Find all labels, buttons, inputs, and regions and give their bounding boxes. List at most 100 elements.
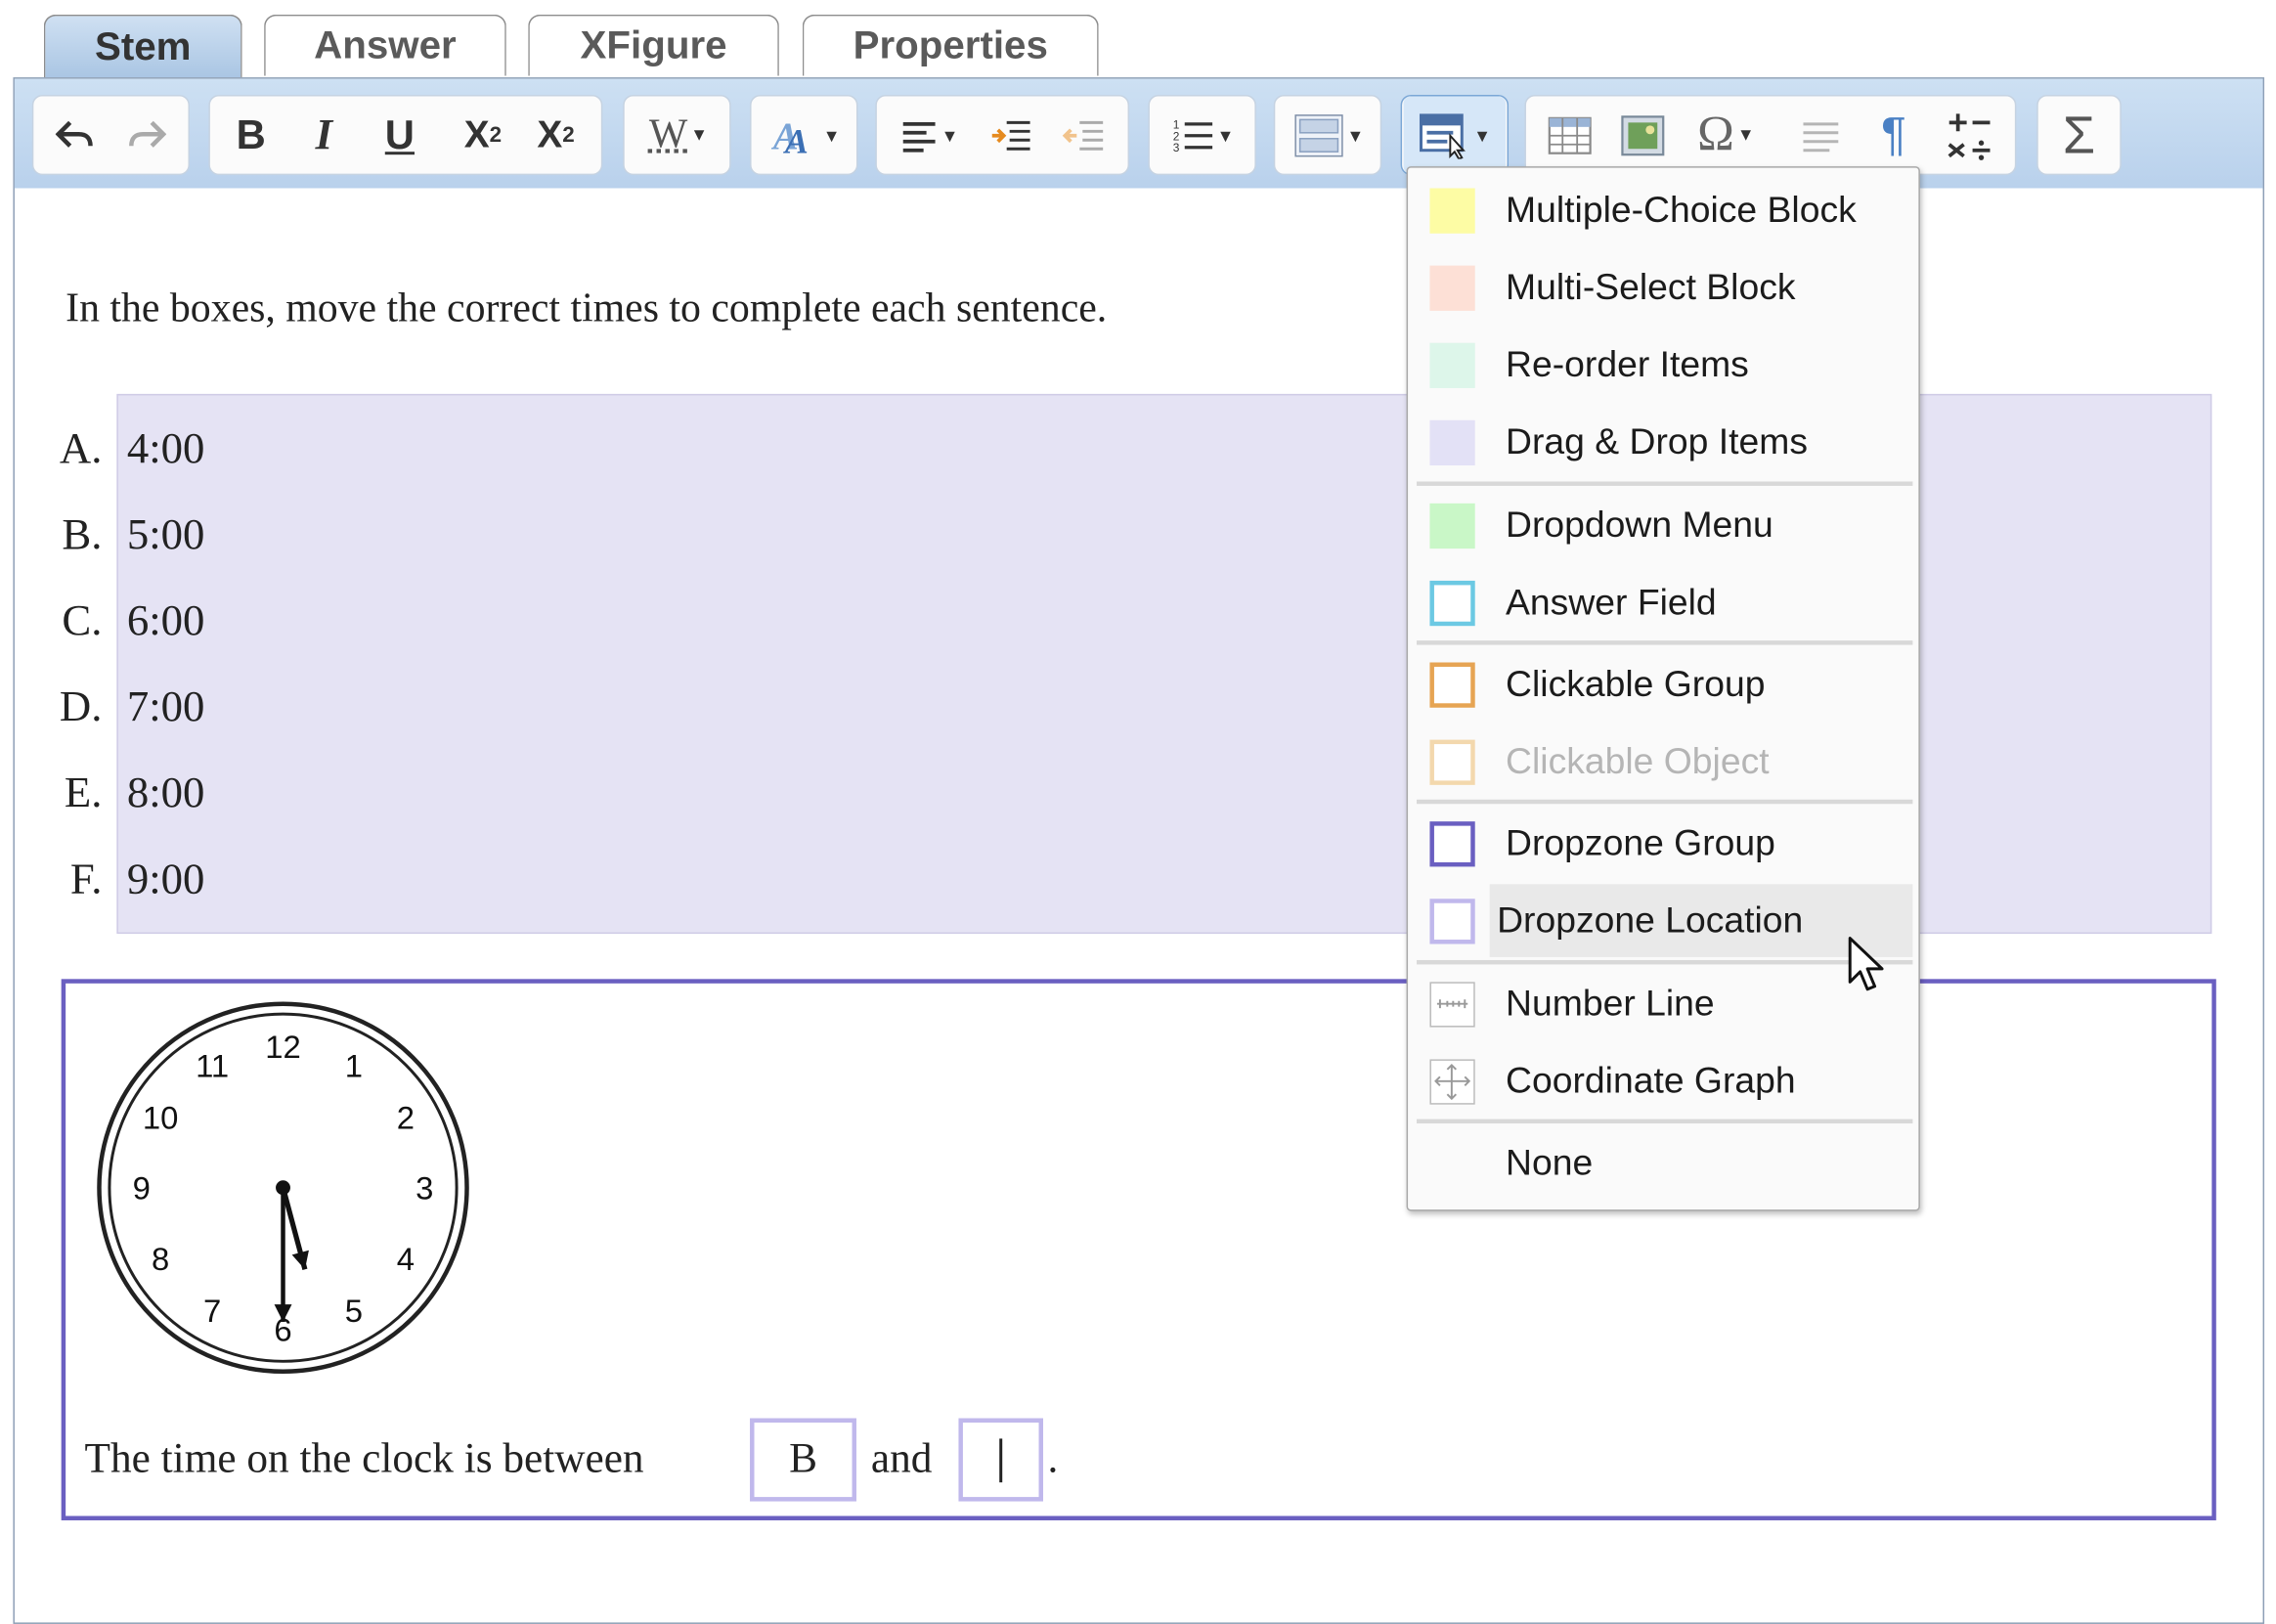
color-swatch-icon [1429, 342, 1475, 388]
math-operations-icon [1948, 112, 1991, 160]
menu-item-coordinate-graph[interactable]: Coordinate Graph [1417, 1044, 1912, 1118]
menu-item-number-line[interactable]: Number Line [1417, 967, 1912, 1040]
justify-button[interactable] [1789, 96, 1854, 173]
menu-item-drag-and-drop-items[interactable]: Drag & Drop Items [1417, 406, 1912, 479]
menu-item-multiple-choice-block[interactable]: Multiple-Choice Block [1417, 174, 1912, 247]
menu-item-dropzone-group[interactable]: Dropzone Group [1417, 807, 1912, 880]
menu-item-re-order-items[interactable]: Re-order Items [1417, 329, 1912, 402]
menu-item-none[interactable]: None [1417, 1126, 1912, 1200]
option-letter: B. [62, 510, 103, 559]
font-size-group: W ▼ [623, 94, 731, 176]
interaction-group: ▼ [1400, 94, 1510, 176]
menu-item-clickable-object[interactable]: Clickable Object [1417, 725, 1912, 799]
question-text: In the boxes, move the correct times to … [66, 285, 1108, 331]
chevron-down-icon: ▼ [690, 123, 708, 145]
italic-button[interactable]: I [294, 96, 353, 173]
clock-number: 7 [203, 1293, 221, 1329]
clock-number: 9 [133, 1170, 151, 1207]
underline-button[interactable]: U [368, 96, 432, 173]
menu-item-label: Multi-Select Block [1506, 267, 1796, 308]
color-swatch-icon [1429, 503, 1475, 549]
option-time: 5:00 [126, 510, 205, 559]
mouse-cursor-icon [1848, 937, 1884, 991]
bold-button[interactable]: B [222, 96, 281, 173]
undo-button[interactable] [42, 96, 107, 173]
menu-item-label: Re-order Items [1506, 344, 1749, 385]
pilcrow-icon: ¶ [1881, 108, 1906, 161]
redo-button[interactable] [115, 96, 180, 173]
tab-xfigure[interactable]: XFigure [528, 14, 779, 76]
chevron-down-icon: ▼ [1216, 124, 1235, 146]
superscript-button[interactable]: X2 [524, 96, 589, 173]
dropzone-location-2[interactable] [958, 1418, 1043, 1502]
tab-answer[interactable]: Answer [264, 14, 506, 76]
option-time: 9:00 [126, 855, 205, 903]
subscript-mark: 2 [489, 122, 503, 148]
font-size-dropdown[interactable]: W ▼ [634, 96, 724, 173]
menu-item-answer-field[interactable]: Answer Field [1417, 566, 1912, 639]
clock-number: 12 [265, 1029, 301, 1065]
font-size-label: W [648, 111, 688, 157]
menu-item-label: Dropzone Location [1497, 900, 1804, 942]
outline-swatch-icon [1429, 662, 1475, 708]
superscript-label: X [537, 111, 563, 156]
menu-item-dropdown-menu[interactable]: Dropdown Menu [1417, 489, 1912, 562]
sentence-suffix: . [1047, 1435, 1059, 1483]
outdent-button[interactable] [1052, 96, 1116, 173]
menu-item-label: None [1506, 1142, 1594, 1184]
menu-separator [1417, 1119, 1913, 1124]
toolbar: B I U X2 X2 W ▼ AA ▼ ▼ 1 2 3 ▼ ▼ ▼ Ω ▼ ¶… [14, 78, 2263, 189]
menu-item-clickable-group[interactable]: Clickable Group [1417, 648, 1912, 722]
list-group: 123 ▼ [1148, 94, 1256, 176]
answer-sentence: The time on the clock is between [85, 1435, 644, 1483]
option-time: 8:00 [126, 768, 205, 817]
coordinate-graph-icon [1429, 1059, 1475, 1105]
paragraph-button[interactable]: ¶ [1861, 96, 1926, 173]
outline-swatch-icon [1429, 821, 1475, 867]
special-chars-dropdown[interactable]: Ω ▼ [1681, 96, 1772, 173]
parts-dropdown[interactable]: ▼ [1284, 96, 1375, 173]
sentence-and: and [870, 1435, 933, 1483]
align-dropdown[interactable]: ▼ [889, 96, 971, 173]
sentence-prefix: The time on the clock is between [84, 1435, 644, 1483]
dropzone-location-1[interactable]: B [750, 1418, 856, 1502]
clock-number: 11 [196, 1047, 229, 1083]
table-button[interactable] [1538, 96, 1602, 173]
tab-stem[interactable]: Stem [43, 14, 242, 79]
chevron-down-icon: ▼ [941, 124, 959, 146]
subscript-button[interactable]: X2 [451, 96, 515, 173]
align-left-icon [902, 121, 936, 152]
outline-swatch-icon [1429, 739, 1475, 785]
text-style-icon: AA [771, 114, 809, 156]
chevron-down-icon: ▼ [822, 124, 841, 146]
editor-app: Stem Answer XFigure Properties B I U X2 … [0, 0, 2276, 1624]
interaction-type-dropdown[interactable]: ▼ [1403, 96, 1507, 174]
insert-group: Ω ▼ ¶ [1524, 94, 2017, 176]
option-letter: D. [59, 682, 103, 731]
image-button[interactable] [1610, 96, 1675, 173]
indent-icon [991, 120, 1030, 150]
superscript-mark: 2 [562, 122, 575, 148]
menu-item-multi-select-block[interactable]: Multi-Select Block [1417, 251, 1912, 325]
equation-button[interactable]: Σ [2041, 96, 2118, 173]
clock-number: 10 [143, 1099, 179, 1135]
math-ops-button[interactable] [1935, 96, 2005, 173]
indent-button[interactable] [979, 96, 1043, 173]
justify-icon [1803, 121, 1839, 152]
sigma-icon: Σ [2062, 104, 2096, 164]
menu-item-label: Answer Field [1506, 582, 1717, 624]
option-letter: E. [64, 768, 103, 817]
chevron-down-icon: ▼ [1346, 124, 1365, 146]
tab-properties[interactable]: Properties [802, 14, 1099, 76]
equation-group: Σ [2036, 94, 2122, 176]
color-swatch-icon [1429, 265, 1475, 311]
clock-number: 4 [397, 1241, 415, 1277]
subscript-label: X [463, 111, 490, 156]
list-dropdown[interactable]: 123 ▼ [1159, 96, 1249, 173]
text-style-dropdown[interactable]: AA ▼ [760, 96, 851, 173]
svg-text:3: 3 [1173, 140, 1180, 154]
history-group [31, 94, 190, 176]
outdent-icon [1062, 120, 1104, 150]
table-icon [1548, 116, 1592, 154]
clock-number: 3 [416, 1170, 433, 1207]
